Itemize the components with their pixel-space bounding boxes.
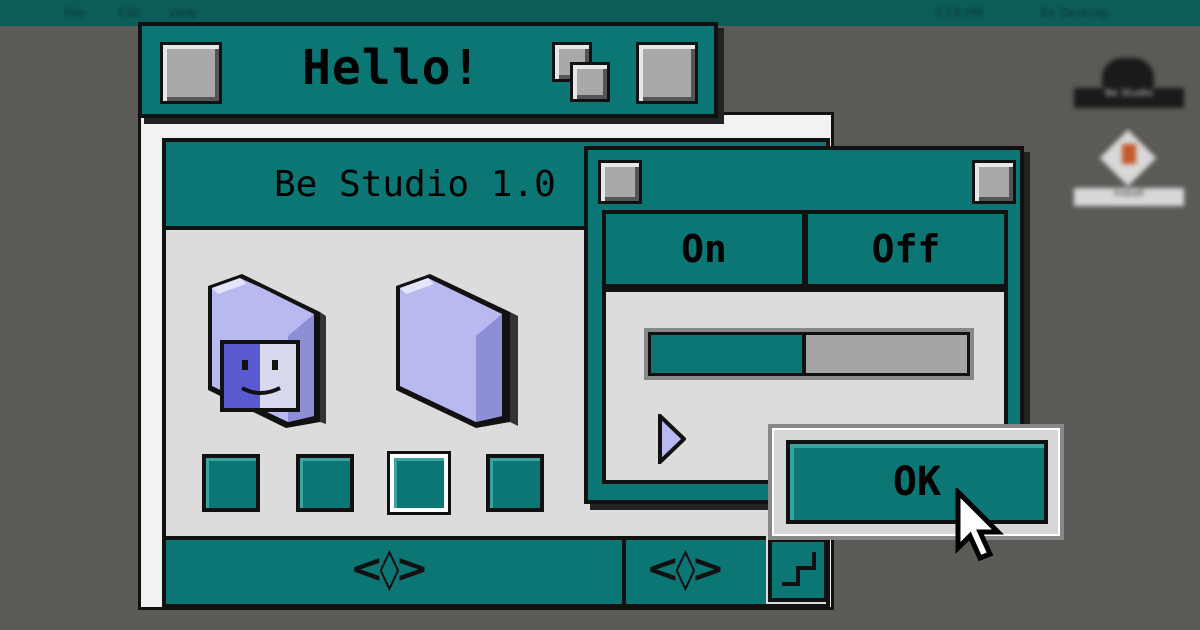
scroll-arrows-right[interactable]: <◊> [646,546,725,592]
checkbox-2[interactable] [296,454,354,512]
desktop-icon-studio[interactable]: Be Studio [1074,56,1184,116]
finder-folder-icon[interactable] [202,272,352,432]
menu-view[interactable]: View [168,6,196,20]
desktop-icon-label: Install [1074,188,1184,206]
menu-edit[interactable]: Edit [118,6,141,20]
resize-icon [782,552,816,586]
ok-button[interactable]: OK [786,440,1048,524]
disk-icon [1102,58,1154,88]
desktop-icon-install[interactable]: Install [1074,129,1184,206]
package-icon-accent [1122,144,1136,164]
resize-handle[interactable] [768,538,828,602]
studio-window-title: Be Studio 1.0 [274,164,556,205]
toggle-zoom-button[interactable] [972,160,1016,204]
toggle-close-button[interactable] [598,160,642,204]
checkbox-1[interactable] [202,454,260,512]
checkbox-4[interactable] [486,454,544,512]
menu-desktop-name[interactable]: Be Desktop [1040,6,1109,20]
checkbox-3[interactable] [387,451,451,515]
window-stack-icon-front [570,62,610,102]
hello-window-titlebar[interactable]: Hello! [138,22,718,118]
zoom-button[interactable] [636,42,698,104]
close-button[interactable] [160,42,222,104]
play-arrow-icon[interactable] [658,414,686,464]
collapse-button[interactable] [552,42,614,104]
on-button[interactable]: On [602,210,806,288]
footer-divider [622,540,626,604]
mouse-cursor-icon [955,488,1005,562]
progress-fill [651,335,806,373]
window-title: Hello! [302,40,482,96]
menu-file[interactable]: File [64,6,84,20]
menu-clock: 2:19 PM [934,6,983,20]
ok-dialog: OK [768,424,1064,540]
folder-icon[interactable] [392,272,542,432]
desktop-icon-label: Be Studio [1074,88,1184,108]
off-button[interactable]: Off [804,210,1008,288]
progress-bar[interactable] [644,328,974,380]
studio-window-footer: <◊> <◊> [166,536,766,604]
scroll-arrows-left[interactable]: <◊> [350,546,429,592]
